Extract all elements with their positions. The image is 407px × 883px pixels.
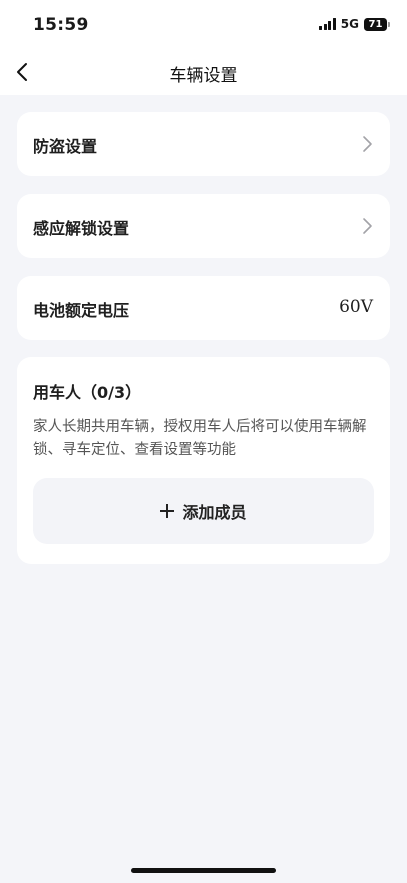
plus-icon [160, 504, 175, 518]
proximity-unlock-settings-row[interactable]: 感应解锁设置 [17, 194, 390, 258]
network-type: 5G [340, 17, 359, 31]
battery-level: 71 [368, 18, 383, 30]
chevron-right-icon [363, 218, 372, 234]
status-indicators: 5G 71 [319, 17, 390, 31]
car-users-title: 用车人（0/3） [33, 383, 142, 402]
home-indicator [131, 868, 276, 873]
battery-voltage-value: 60V [339, 297, 373, 317]
status-time: 15:59 [33, 15, 89, 35]
battery-voltage-row: 电池额定电压 60V [17, 276, 390, 340]
car-users-description: 家人长期共用车辆，授权用车人后将可以使用车辆解锁、寻车定位、查看设置等功能 [33, 419, 367, 458]
battery-voltage-label: 电池额定电压 [33, 301, 130, 320]
signal-icon [319, 18, 336, 30]
anti-theft-settings-row[interactable]: 防盗设置 [17, 112, 390, 176]
navigation-bar: 车辆设置 [0, 50, 407, 95]
anti-theft-settings-label: 防盗设置 [33, 137, 98, 156]
page-title: 车辆设置 [169, 66, 238, 86]
add-member-button[interactable]: 添加成员 [33, 478, 374, 544]
proximity-unlock-settings-label: 感应解锁设置 [33, 219, 130, 238]
battery-icon: 71 [364, 17, 390, 31]
chevron-right-icon [363, 136, 372, 152]
status-bar: 15:59 5G 71 [0, 0, 407, 50]
add-member-label: 添加成员 [182, 503, 247, 522]
car-users-card: 用车人（0/3） 家人长期共用车辆，授权用车人后将可以使用车辆解锁、寻车定位、查… [17, 357, 390, 564]
